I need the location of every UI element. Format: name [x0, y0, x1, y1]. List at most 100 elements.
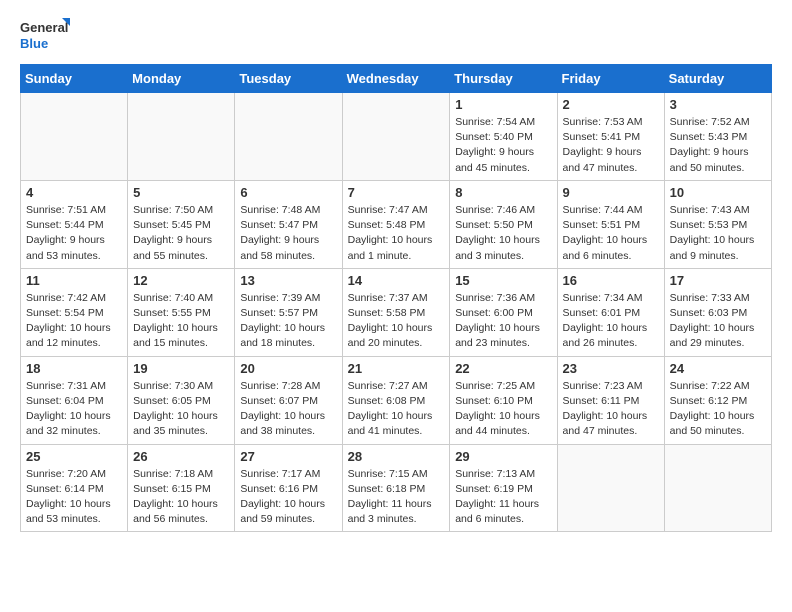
day-info: Sunrise: 7:44 AMSunset: 5:51 PMDaylight:… — [563, 203, 659, 264]
day-number: 11 — [26, 273, 122, 288]
day-number: 9 — [563, 185, 659, 200]
day-number: 6 — [240, 185, 336, 200]
calendar-day-cell: 18 Sunrise: 7:31 AMSunset: 6:04 PMDayligh… — [21, 356, 128, 444]
weekday-header: Sunday — [21, 65, 128, 93]
day-number: 18 — [26, 361, 122, 376]
calendar-day-cell: 19 Sunrise: 7:30 AMSunset: 6:05 PMDayligh… — [128, 356, 235, 444]
day-number: 15 — [455, 273, 551, 288]
day-number: 17 — [670, 273, 766, 288]
weekday-header: Thursday — [450, 65, 557, 93]
calendar-day-cell: 24 Sunrise: 7:22 AMSunset: 6:12 PMDayligh… — [664, 356, 771, 444]
calendar-day-cell: 26Sunrise: 7:18 AMSunset: 6:15 PMDayligh… — [128, 444, 235, 532]
day-number: 7 — [348, 185, 445, 200]
day-info: Sunrise: 7:42 AMSunset: 5:54 PMDaylight:… — [26, 291, 122, 352]
calendar-day-cell: 10 Sunrise: 7:43 AMSunset: 5:53 PMDayligh… — [664, 180, 771, 268]
day-info: Sunrise: 7:48 AMSunset: 5:47 PMDaylight:… — [240, 203, 336, 264]
calendar-header-row: SundayMondayTuesdayWednesdayThursdayFrid… — [21, 65, 772, 93]
logo: GeneralBlue — [20, 16, 70, 56]
calendar-day-cell: 29Sunrise: 7:13 AMSunset: 6:19 PMDayligh… — [450, 444, 557, 532]
day-info: Sunrise: 7:34 AMSunset: 6:01 PMDaylight:… — [563, 291, 659, 352]
calendar-week-row: 11 Sunrise: 7:42 AMSunset: 5:54 PMDayligh… — [21, 268, 772, 356]
day-number: 21 — [348, 361, 445, 376]
calendar-week-row: 18 Sunrise: 7:31 AMSunset: 6:04 PMDayligh… — [21, 356, 772, 444]
calendar-day-cell: 14 Sunrise: 7:37 AMSunset: 5:58 PMDayligh… — [342, 268, 450, 356]
calendar-day-cell: 11 Sunrise: 7:42 AMSunset: 5:54 PMDayligh… — [21, 268, 128, 356]
day-info: Sunrise: 7:54 AMSunset: 5:40 PMDaylight:… — [455, 115, 551, 176]
day-number: 25 — [26, 449, 122, 464]
calendar-day-cell: 25 Sunrise: 7:20 AMSunset: 6:14 PMDayligh… — [21, 444, 128, 532]
day-number: 26 — [133, 449, 229, 464]
calendar-day-cell: 7 Sunrise: 7:47 AMSunset: 5:48 PMDaylight… — [342, 180, 450, 268]
day-info: Sunrise: 7:36 AMSunset: 6:00 PMDaylight:… — [455, 291, 551, 352]
calendar-day-cell: 8 Sunrise: 7:46 AMSunset: 5:50 PMDaylight… — [450, 180, 557, 268]
calendar-day-cell — [235, 93, 342, 181]
day-info: Sunrise: 7:33 AMSunset: 6:03 PMDaylight:… — [670, 291, 766, 352]
calendar-day-cell: 9 Sunrise: 7:44 AMSunset: 5:51 PMDaylight… — [557, 180, 664, 268]
day-info: Sunrise: 7:51 AMSunset: 5:44 PMDaylight:… — [26, 203, 122, 264]
calendar-day-cell: 4Sunrise: 7:51 AMSunset: 5:44 PMDaylight… — [21, 180, 128, 268]
day-number: 3 — [670, 97, 766, 112]
day-info: Sunrise: 7:25 AMSunset: 6:10 PMDaylight:… — [455, 379, 551, 440]
day-number: 28 — [348, 449, 445, 464]
calendar-day-cell: 15 Sunrise: 7:36 AMSunset: 6:00 PMDayligh… — [450, 268, 557, 356]
day-info: Sunrise: 7:46 AMSunset: 5:50 PMDaylight:… — [455, 203, 551, 264]
weekday-header: Wednesday — [342, 65, 450, 93]
day-number: 29 — [455, 449, 551, 464]
day-info: Sunrise: 7:39 AMSunset: 5:57 PMDaylight:… — [240, 291, 336, 352]
svg-text:Blue: Blue — [20, 36, 48, 51]
day-info: Sunrise: 7:30 AMSunset: 6:05 PMDaylight:… — [133, 379, 229, 440]
calendar-day-cell: 21 Sunrise: 7:27 AMSunset: 6:08 PMDayligh… — [342, 356, 450, 444]
day-number: 10 — [670, 185, 766, 200]
day-info: Sunrise: 7:22 AMSunset: 6:12 PMDaylight:… — [670, 379, 766, 440]
calendar-day-cell: 2Sunrise: 7:53 AMSunset: 5:41 PMDaylight… — [557, 93, 664, 181]
day-info: Sunrise: 7:27 AMSunset: 6:08 PMDaylight:… — [348, 379, 445, 440]
day-info: Sunrise: 7:47 AMSunset: 5:48 PMDaylight:… — [348, 203, 445, 264]
calendar-day-cell: 28 Sunrise: 7:15 AMSunset: 6:18 PMDayligh… — [342, 444, 450, 532]
day-info: Sunrise: 7:50 AMSunset: 5:45 PMDaylight:… — [133, 203, 229, 264]
day-number: 8 — [455, 185, 551, 200]
calendar-day-cell — [557, 444, 664, 532]
day-info: Sunrise: 7:20 AMSunset: 6:14 PMDaylight:… — [26, 467, 122, 528]
weekday-header: Monday — [128, 65, 235, 93]
day-number: 22 — [455, 361, 551, 376]
day-info: Sunrise: 7:31 AMSunset: 6:04 PMDaylight:… — [26, 379, 122, 440]
day-number: 1 — [455, 97, 551, 112]
day-info: Sunrise: 7:37 AMSunset: 5:58 PMDaylight:… — [348, 291, 445, 352]
calendar-day-cell: 5 Sunrise: 7:50 AMSunset: 5:45 PMDaylight… — [128, 180, 235, 268]
day-number: 12 — [133, 273, 229, 288]
logo-icon: GeneralBlue — [20, 16, 70, 56]
day-number: 24 — [670, 361, 766, 376]
calendar-day-cell: 6 Sunrise: 7:48 AMSunset: 5:47 PMDaylight… — [235, 180, 342, 268]
day-info: Sunrise: 7:40 AMSunset: 5:55 PMDaylight:… — [133, 291, 229, 352]
calendar-day-cell: 3 Sunrise: 7:52 AMSunset: 5:43 PMDaylight… — [664, 93, 771, 181]
day-info: Sunrise: 7:15 AMSunset: 6:18 PMDaylight:… — [348, 467, 445, 528]
day-number: 19 — [133, 361, 229, 376]
svg-text:General: General — [20, 20, 68, 35]
calendar-day-cell: 16Sunrise: 7:34 AMSunset: 6:01 PMDayligh… — [557, 268, 664, 356]
day-info: Sunrise: 7:23 AMSunset: 6:11 PMDaylight:… — [563, 379, 659, 440]
calendar-day-cell: 17 Sunrise: 7:33 AMSunset: 6:03 PMDayligh… — [664, 268, 771, 356]
day-number: 2 — [563, 97, 659, 112]
weekday-header: Tuesday — [235, 65, 342, 93]
weekday-header: Saturday — [664, 65, 771, 93]
day-info: Sunrise: 7:17 AMSunset: 6:16 PMDaylight:… — [240, 467, 336, 528]
calendar-week-row: 1 Sunrise: 7:54 AMSunset: 5:40 PMDaylight… — [21, 93, 772, 181]
day-info: Sunrise: 7:43 AMSunset: 5:53 PMDaylight:… — [670, 203, 766, 264]
calendar-day-cell — [342, 93, 450, 181]
day-number: 23 — [563, 361, 659, 376]
day-number: 5 — [133, 185, 229, 200]
weekday-header: Friday — [557, 65, 664, 93]
calendar-day-cell: 1 Sunrise: 7:54 AMSunset: 5:40 PMDaylight… — [450, 93, 557, 181]
calendar-day-cell: 13 Sunrise: 7:39 AMSunset: 5:57 PMDayligh… — [235, 268, 342, 356]
page-header: GeneralBlue — [20, 16, 772, 56]
calendar-day-cell — [21, 93, 128, 181]
day-info: Sunrise: 7:52 AMSunset: 5:43 PMDaylight:… — [670, 115, 766, 176]
day-number: 14 — [348, 273, 445, 288]
calendar-table: SundayMondayTuesdayWednesdayThursdayFrid… — [20, 64, 772, 532]
calendar-day-cell: 22 Sunrise: 7:25 AMSunset: 6:10 PMDayligh… — [450, 356, 557, 444]
day-number: 13 — [240, 273, 336, 288]
calendar-day-cell: 23 Sunrise: 7:23 AMSunset: 6:11 PMDayligh… — [557, 356, 664, 444]
calendar-day-cell: 20Sunrise: 7:28 AMSunset: 6:07 PMDayligh… — [235, 356, 342, 444]
day-number: 20 — [240, 361, 336, 376]
day-number: 27 — [240, 449, 336, 464]
